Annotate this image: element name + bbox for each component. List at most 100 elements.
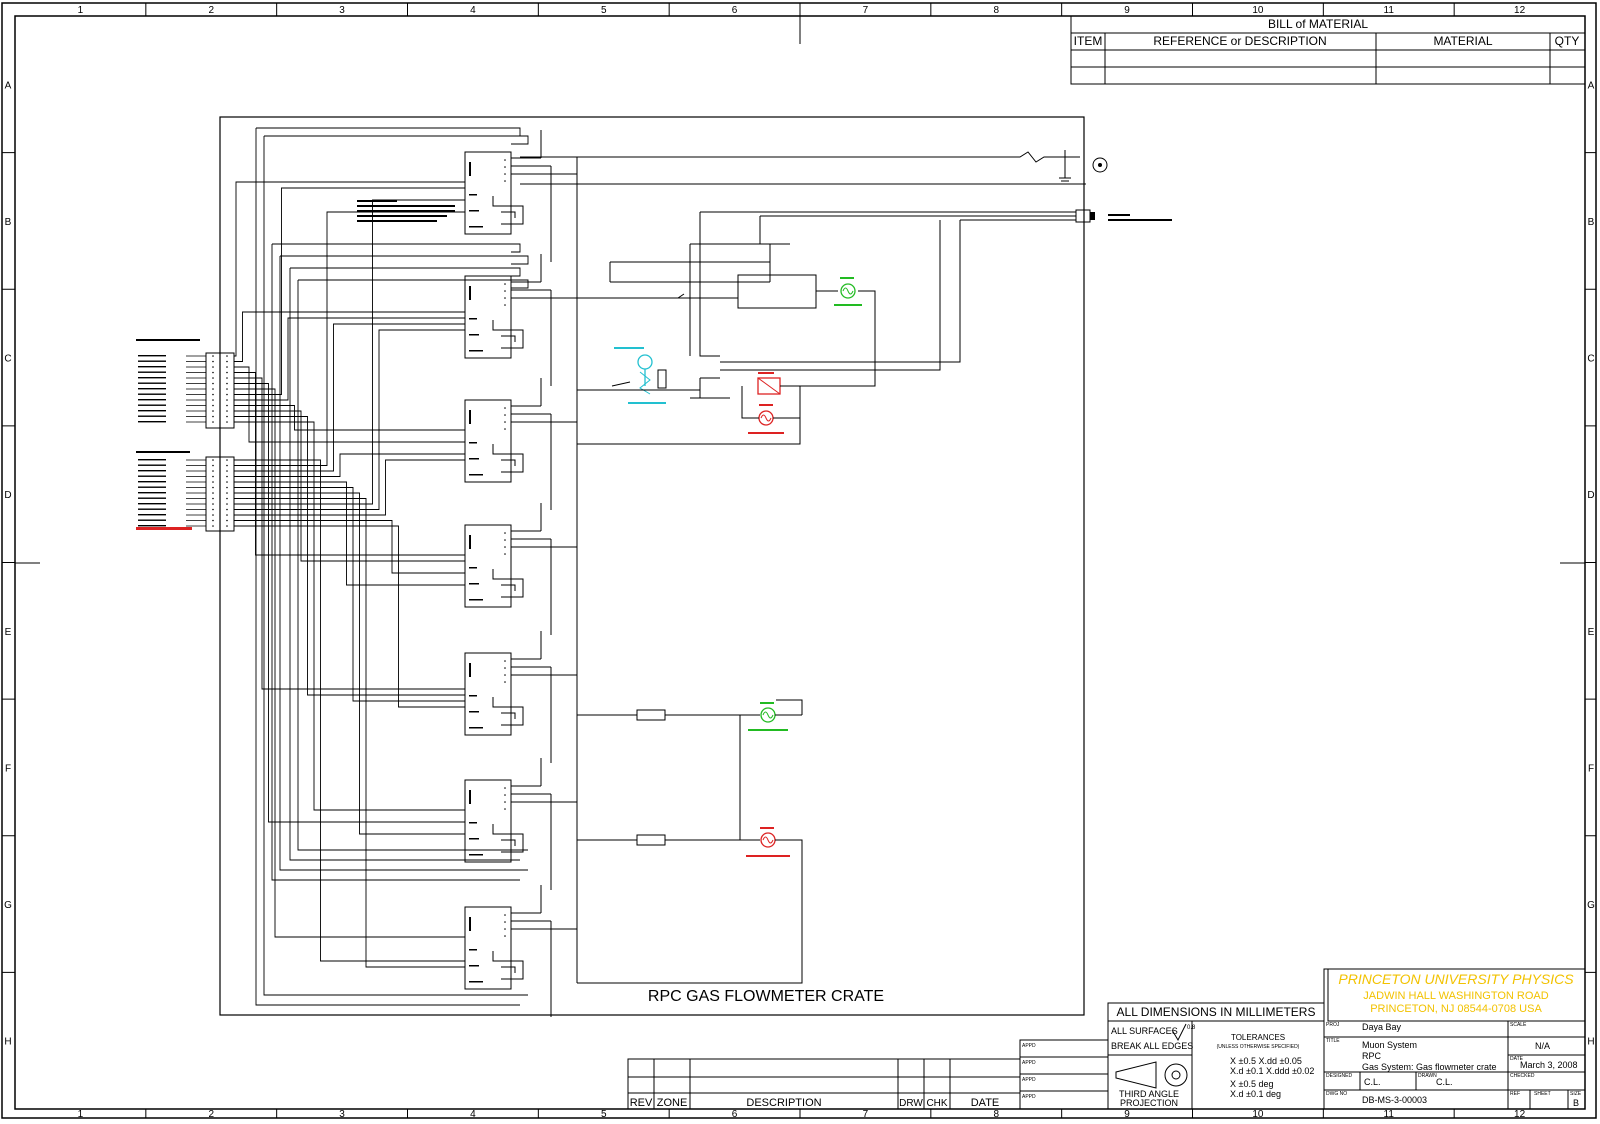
zone-column-label: 1 xyxy=(78,1109,84,1120)
rev-col-zone: ZONE xyxy=(657,1097,688,1109)
module-switch-loop xyxy=(492,320,524,349)
module-label-mark xyxy=(469,822,477,824)
pin xyxy=(226,404,228,407)
pin xyxy=(226,497,228,500)
pin xyxy=(226,360,228,363)
bom-col-material: MATERIAL xyxy=(1433,34,1492,48)
pin xyxy=(226,377,228,379)
module-label-mark xyxy=(469,442,477,444)
return-wire xyxy=(290,267,521,277)
module-label-mark xyxy=(469,567,477,569)
module-label-mark xyxy=(469,474,483,476)
zone-column-label: 5 xyxy=(601,5,607,16)
pin xyxy=(226,371,228,374)
flowmeter-module xyxy=(464,399,512,483)
pin xyxy=(226,525,228,527)
module-label-mark xyxy=(469,535,471,549)
zone-row-label: C xyxy=(1587,354,1594,365)
pin-label-mark xyxy=(138,415,166,417)
pin xyxy=(226,410,228,412)
rev-col-chk: CHK xyxy=(926,1098,947,1109)
bom-title: BILL of MATERIAL xyxy=(1268,17,1368,31)
pin xyxy=(226,355,228,357)
module-pin xyxy=(504,787,506,789)
pin xyxy=(212,514,214,516)
zone-row-label: H xyxy=(1587,1037,1594,1048)
outer-border xyxy=(1,2,1597,1119)
module-pin xyxy=(504,553,506,555)
module-pin xyxy=(504,914,506,916)
zone-row-label: E xyxy=(5,627,12,638)
pin-label-mark xyxy=(138,525,166,527)
pin xyxy=(226,503,228,505)
zone-column-label: 8 xyxy=(993,5,999,16)
zone-row-label: F xyxy=(1588,763,1594,774)
surfaces-note: ALL SURFACES xyxy=(1111,1026,1178,1036)
flowmeter-module xyxy=(464,906,512,990)
flowmeter-module xyxy=(464,151,512,235)
drawn-value: C.L. xyxy=(1436,1077,1453,1087)
module-pin xyxy=(504,539,506,541)
power-inlet xyxy=(520,150,1108,185)
flowmeter-module xyxy=(464,524,512,608)
org-name: PRINCETON UNIVERSITY PHYSICS xyxy=(1338,971,1574,987)
appd-label-4: APPD xyxy=(1022,1094,1036,1100)
return-wire xyxy=(255,128,520,1006)
module-pin xyxy=(504,546,506,548)
module-switch-loop xyxy=(501,459,516,466)
red-indicator-lamp-2 xyxy=(577,827,803,984)
module-pin xyxy=(504,304,506,306)
pin xyxy=(226,492,228,494)
module-label-mark xyxy=(469,838,479,840)
zone-column-label: 7 xyxy=(863,1109,869,1120)
zone-column-label: 9 xyxy=(1124,1109,1130,1120)
pin-label-mark xyxy=(138,410,166,412)
input-connector-upper xyxy=(138,352,235,429)
zone-column-label: 3 xyxy=(339,1109,345,1120)
drawing-no-field-label: DWG NO xyxy=(1326,1091,1347,1097)
pin xyxy=(212,470,214,472)
module-label-mark xyxy=(469,286,471,300)
signal-connector xyxy=(700,209,1095,223)
rev-col-description: DESCRIPTION xyxy=(746,1097,821,1109)
pin xyxy=(226,475,228,478)
flowmeter-module xyxy=(464,652,512,736)
connector-note-mark xyxy=(136,527,192,530)
bom-col-qty: QTY xyxy=(1555,34,1580,48)
module-label-mark xyxy=(469,210,479,212)
pin xyxy=(212,481,214,483)
rev-col-drw: DRW xyxy=(899,1098,923,1109)
size-value: B xyxy=(1573,1098,1579,1108)
zone-row-label: G xyxy=(1587,900,1595,911)
module-switch-loop xyxy=(492,951,524,980)
pin xyxy=(226,508,228,511)
drawn-field-label: DRAWN xyxy=(1418,1073,1437,1079)
pin xyxy=(212,410,214,412)
return-wire xyxy=(264,135,529,145)
module-switch-loop xyxy=(492,824,524,853)
pin-label-mark xyxy=(138,377,166,379)
module-pin xyxy=(504,421,506,423)
green-indicator-lamp-2 xyxy=(739,702,802,840)
tolerance-angular-2: X.d ±0.1 deg xyxy=(1230,1089,1281,1099)
module-pin xyxy=(504,928,506,930)
return-wire xyxy=(271,244,520,881)
module-pin xyxy=(504,935,506,937)
zone-column-label: 3 xyxy=(339,5,345,16)
module-label-mark xyxy=(469,949,477,951)
return-wire xyxy=(272,243,521,253)
tolerances-title: TOLERANCES xyxy=(1231,1033,1285,1042)
pin-label-mark xyxy=(138,503,166,505)
break-edges-note: BREAK ALL EDGES xyxy=(1111,1041,1193,1051)
scale-field-label: SCALE xyxy=(1510,1022,1527,1028)
projection-cone-icon xyxy=(1115,1061,1157,1089)
pin xyxy=(212,503,214,505)
return-wire xyxy=(280,255,529,265)
module-label-mark xyxy=(469,350,483,352)
pin-label-mark xyxy=(138,371,166,373)
module-label-mark xyxy=(469,334,479,336)
module-label-mark xyxy=(469,226,483,228)
module-label-mark xyxy=(469,663,471,677)
return-wire xyxy=(263,136,528,996)
revision-block: REV ZONE DESCRIPTION DRW CHK DATE APPD A… xyxy=(627,1039,1109,1110)
